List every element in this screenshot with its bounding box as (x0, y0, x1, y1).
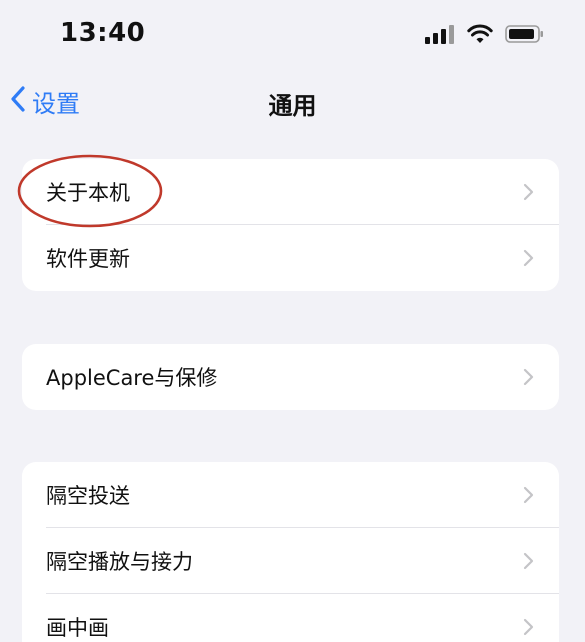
list-item-label: AppleCare与保修 (46, 366, 218, 390)
status-bar: 13:40 (0, 0, 585, 70)
list-item-label: 隔空投送 (46, 484, 130, 508)
list-item-airplay-handoff[interactable]: 隔空播放与接力 (22, 528, 559, 594)
cellular-signal-icon (425, 24, 455, 48)
list-item-software-update[interactable]: 软件更新 (22, 225, 559, 291)
list-item-applecare[interactable]: AppleCare与保修 (22, 344, 559, 410)
battery-icon (505, 24, 545, 48)
chevron-right-icon (523, 618, 534, 636)
list-item-label: 关于本机 (46, 181, 130, 205)
chevron-right-icon (523, 486, 534, 504)
chevron-right-icon (523, 249, 534, 267)
wifi-icon (467, 24, 493, 48)
list-item-airdrop[interactable]: 隔空投送 (22, 462, 559, 528)
list-item-label: 软件更新 (46, 247, 130, 271)
chevron-right-icon (523, 183, 534, 201)
settings-group-applecare: AppleCare与保修 (22, 344, 559, 410)
settings-group-continuity: 隔空投送 隔空播放与接力 画中画 (22, 462, 559, 642)
chevron-right-icon (523, 552, 534, 570)
page-title: 通用 (268, 92, 317, 120)
list-item-label: 画中画 (46, 616, 109, 640)
status-time: 13:40 (60, 18, 146, 48)
status-icons (425, 24, 545, 48)
list-item-picture-in-picture[interactable]: 画中画 (22, 594, 559, 642)
settings-group-about: 关于本机 软件更新 (22, 159, 559, 291)
chevron-right-icon (523, 368, 534, 386)
list-item-about[interactable]: 关于本机 (22, 159, 559, 225)
list-item-label: 隔空播放与接力 (46, 550, 193, 574)
settings-general-screen: 13:40 设置 通用 关于本机 软件更新 AppleCare与保修 隔空投送 … (0, 0, 585, 642)
navigation-bar: 设置 通用 (0, 70, 585, 130)
